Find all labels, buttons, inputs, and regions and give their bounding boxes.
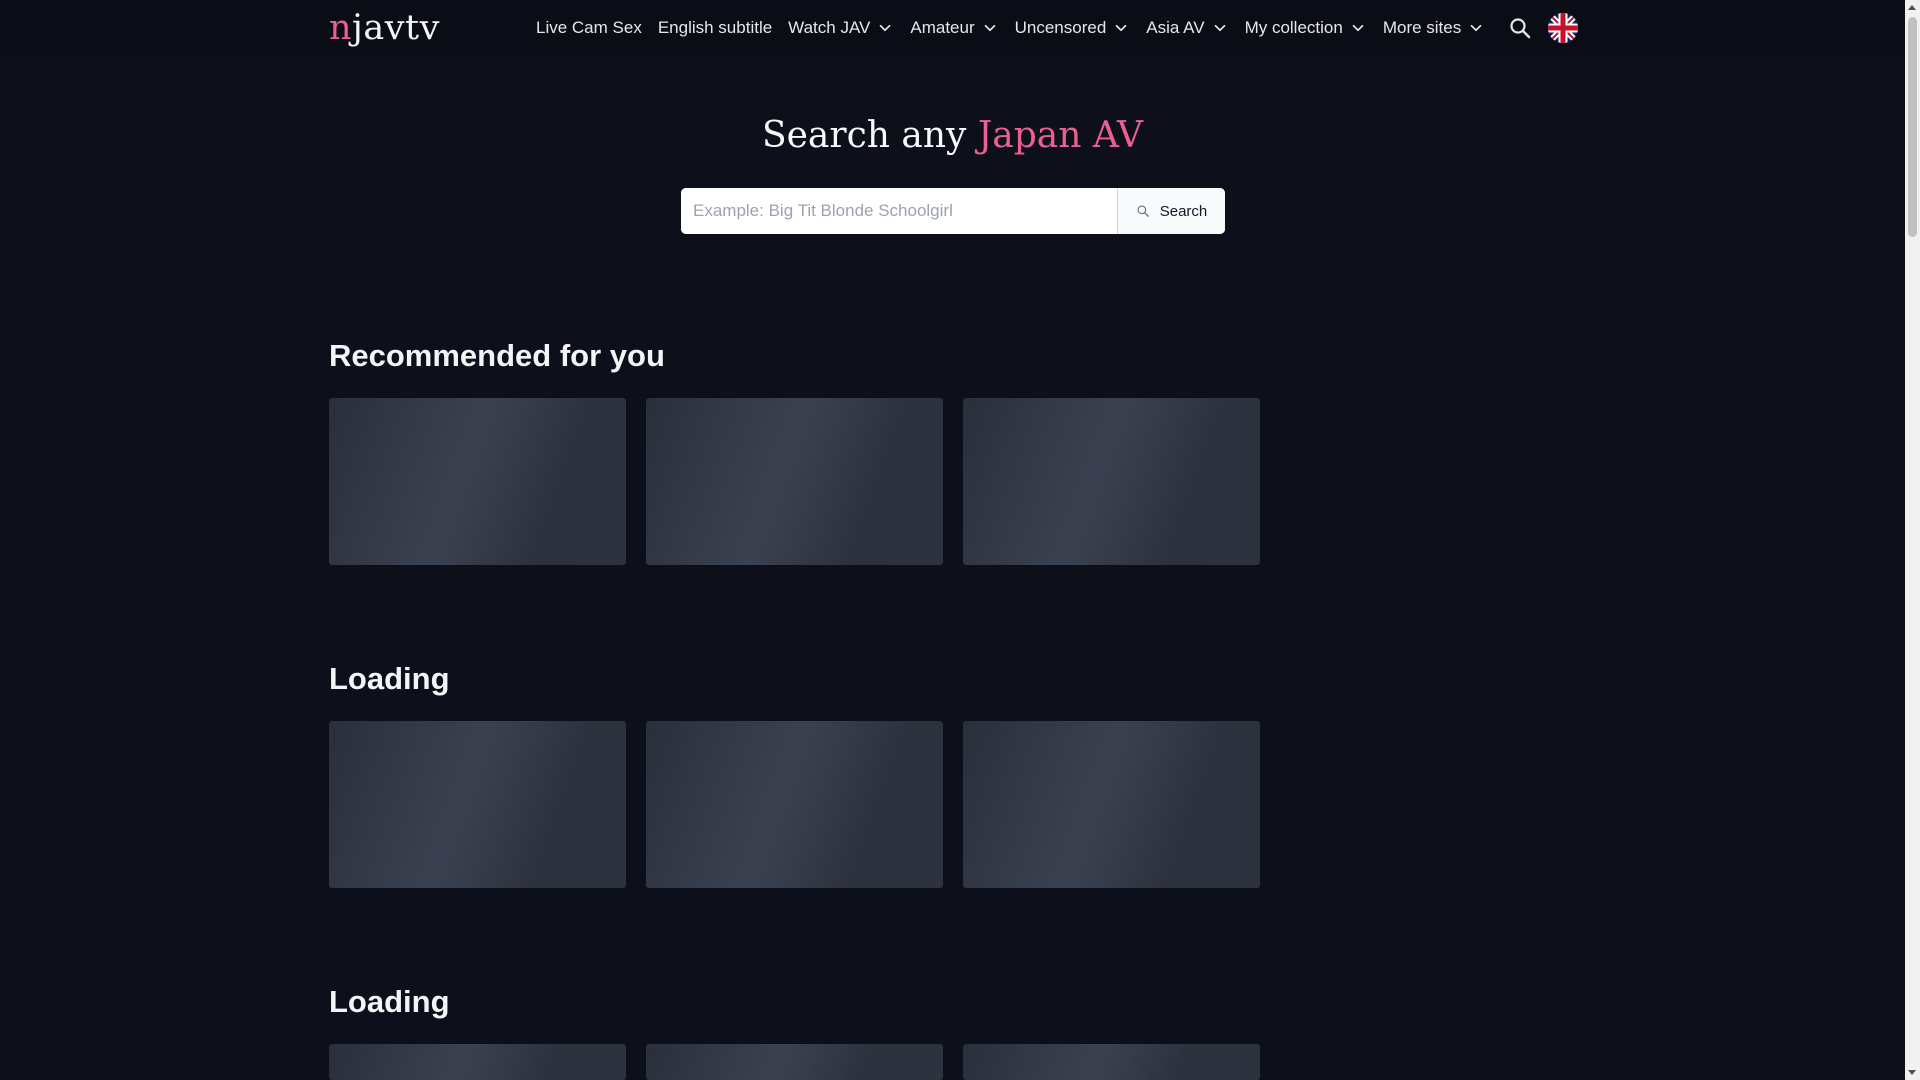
scrollbar-thumb[interactable] [1908, 17, 1917, 237]
chevron-down-icon [1214, 24, 1225, 32]
uk-flag-icon[interactable] [1548, 13, 1578, 43]
search-button-label: Search [1159, 202, 1208, 220]
section-title-recommended: Recommended for you [329, 338, 665, 373]
card-row-loading [329, 721, 1260, 888]
search-form: Search [681, 188, 1225, 234]
chevron-down-icon [1470, 24, 1482, 32]
section-title-loading: Loading [329, 984, 450, 1019]
nav-item-more-sites[interactable]: More sites [1375, 0, 1493, 56]
logo-text: javtv [352, 8, 440, 48]
nav-item-my-collection[interactable]: My collection [1237, 0, 1375, 56]
nav-item-amateur[interactable]: Amateur [902, 0, 1006, 56]
search-icon [1137, 205, 1149, 217]
video-card-placeholder[interactable] [329, 721, 626, 888]
nav-item-label: Live Cam Sex [536, 18, 642, 37]
site-logo[interactable]: njavtv [329, 6, 440, 50]
hero-title: Search any Japan AV [0, 112, 1905, 160]
card-row-recommended [329, 398, 1260, 565]
nav-item-watch-jav[interactable]: Watch JAV [780, 0, 902, 56]
chevron-down-icon [984, 24, 995, 32]
chevron-down-icon [1115, 24, 1127, 32]
video-card-placeholder[interactable] [963, 1044, 1260, 1080]
nav-item-uncensored[interactable]: Uncensored [1007, 0, 1139, 56]
scroll-up-arrow-icon[interactable] [1908, 5, 1916, 10]
video-card-placeholder[interactable] [646, 721, 943, 888]
nav-item-label: Amateur [910, 18, 975, 37]
card-row-loading [329, 1044, 1260, 1080]
video-card-placeholder[interactable] [329, 1044, 626, 1080]
nav-item-label: Uncensored [1014, 18, 1107, 37]
chevron-down-icon [880, 24, 891, 32]
nav-item-english-subtitle[interactable]: English subtitle [650, 0, 780, 56]
top-navbar: njavtv Live Cam Sex English subtitle Wat… [0, 0, 1905, 56]
section-title-loading: Loading [329, 661, 450, 696]
chevron-down-icon [1352, 24, 1364, 32]
search-icon[interactable] [1508, 16, 1532, 40]
nav-item-label: My collection [1244, 18, 1343, 37]
nav-item-label: More sites [1382, 18, 1462, 37]
video-card-placeholder[interactable] [329, 398, 626, 565]
nav-item-asia-av[interactable]: Asia AV [1138, 0, 1236, 56]
search-button[interactable]: Search [1117, 188, 1225, 234]
nav-links: Live Cam Sex English subtitle Watch JAV … [528, 0, 1493, 56]
search-input[interactable] [681, 188, 1117, 234]
video-card-placeholder[interactable] [963, 721, 1260, 888]
hero-title-accent: Japan AV [977, 115, 1144, 156]
video-card-placeholder[interactable] [646, 398, 943, 565]
video-card-placeholder[interactable] [963, 398, 1260, 565]
nav-item-label: Asia AV [1146, 18, 1205, 37]
logo-accent-letter: n [329, 8, 353, 48]
nav-item-label: English subtitle [657, 18, 773, 37]
video-card-placeholder[interactable] [646, 1044, 943, 1080]
nav-item-live-cam-sex[interactable]: Live Cam Sex [528, 0, 650, 56]
hero-title-prefix: Search any [761, 115, 978, 156]
scroll-down-arrow-icon[interactable] [1908, 1070, 1916, 1075]
nav-item-label: Watch JAV [788, 18, 871, 37]
page-scrollbar[interactable] [1905, 0, 1920, 1080]
